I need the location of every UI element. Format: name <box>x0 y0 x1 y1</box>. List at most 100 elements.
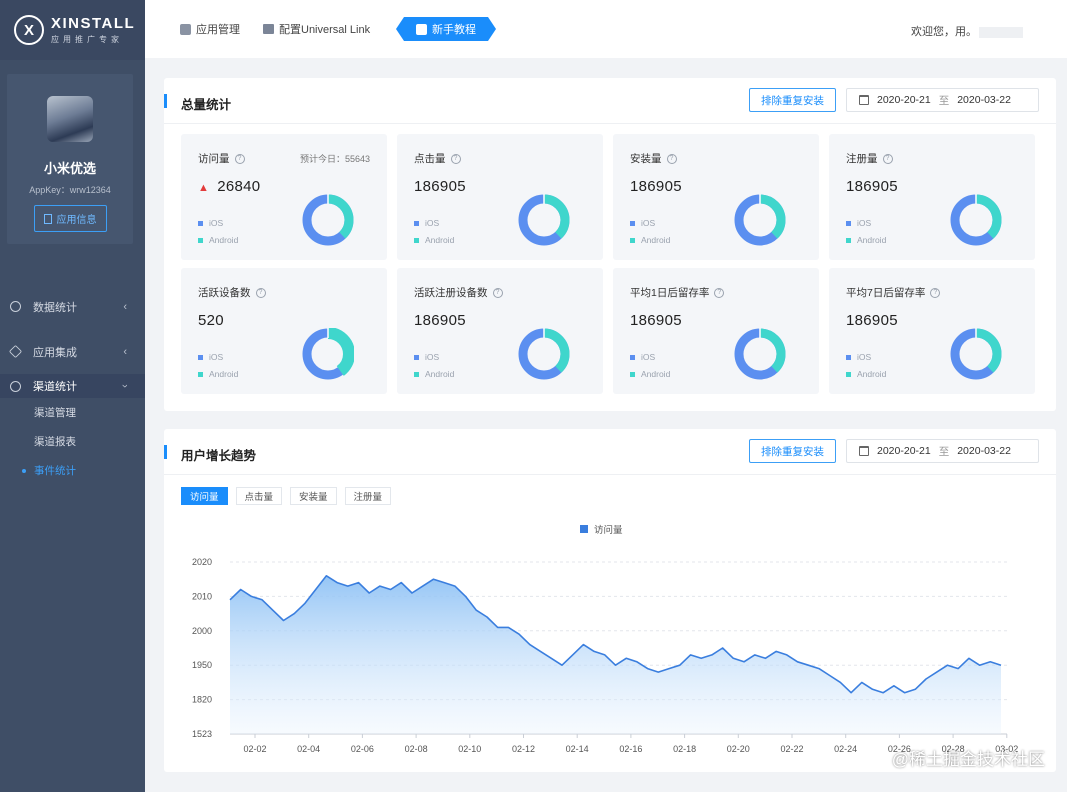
top-bar: 应用管理 配置Universal Link 新手教程 欢迎您，用。 <box>145 0 1067 58</box>
stat-value-text: 26840 <box>217 178 261 195</box>
stat-value-text: 186905 <box>846 178 898 195</box>
x-tick-label: 02-16 <box>619 744 642 754</box>
brand-logo-icon: X <box>14 15 44 45</box>
stat-box: 注册量? 186905 iOS Android <box>829 134 1035 260</box>
exclude-duplicate-install-button[interactable]: 排除重复安装 <box>749 88 836 112</box>
totals-title: 总量统计 <box>163 94 231 113</box>
stat-value: 520 <box>198 312 224 329</box>
legend-ios: iOS <box>846 352 871 362</box>
legend-swatch <box>846 354 851 360</box>
series-area <box>230 575 1001 734</box>
stat-value: 186905 <box>846 178 898 195</box>
platform-donut-chart <box>734 328 786 380</box>
book-icon <box>416 24 427 35</box>
x-tick-label: 02-14 <box>566 744 589 754</box>
legend-swatch <box>198 237 203 243</box>
side-nav: 数据统计 ‹ 应用集成 ‹ 渠道统计 ‹ 渠道管理 渠道报表 事件统计 <box>0 284 145 485</box>
platform-donut-chart <box>302 328 354 380</box>
legend-ios: iOS <box>414 218 439 228</box>
stat-label-text: 平均1日后留存率 <box>630 287 710 299</box>
date-to: 2020-03-22 <box>957 94 1011 106</box>
app-profile-card: 小米优选 AppKey：wrw12364 应用信息 <box>7 74 133 244</box>
platform-donut-chart <box>518 328 570 380</box>
top-nav-universal-link[interactable]: 配置Universal Link <box>263 21 370 37</box>
stat-box: 平均1日后留存率? 186905 iOS Android <box>613 268 819 394</box>
legend-android: Android <box>630 235 670 245</box>
top-nav-app-manage[interactable]: 应用管理 <box>180 21 240 37</box>
sidebar-item-app-integration[interactable]: 应用集成 ‹ <box>0 329 145 374</box>
legend-label: Android <box>209 369 239 379</box>
date-range-picker[interactable]: 2020-20-21 至 2020-03-22 <box>846 88 1039 112</box>
watermark: @稀土掘金技术社区 <box>891 750 1045 769</box>
legend-label: iOS <box>425 352 440 362</box>
x-tick-label: 02-24 <box>834 744 857 754</box>
legend-swatch <box>630 220 635 226</box>
x-tick-label: 02-22 <box>780 744 803 754</box>
chart-icon <box>10 301 21 312</box>
stat-label-text: 安装量 <box>630 153 662 165</box>
cube-icon <box>180 23 191 35</box>
brand[interactable]: X XINSTALL 应用推广专家 <box>0 0 145 60</box>
document-icon <box>43 213 52 224</box>
box-icon <box>8 344 23 359</box>
stat-label-text: 点击量 <box>414 153 446 165</box>
sidebar-item-data-stats[interactable]: 数据统计 ‹ <box>0 284 145 329</box>
date-separator: 至 <box>938 94 950 107</box>
stat-value-text: 186905 <box>414 178 466 195</box>
sidebar-subitem-label: 渠道报表 <box>34 436 76 448</box>
legend-label: iOS <box>857 218 872 228</box>
legend-android: Android <box>630 369 670 379</box>
legend-ios: iOS <box>414 352 439 362</box>
channel-icon <box>10 380 21 392</box>
platform-donut-chart <box>950 194 1002 246</box>
stat-label: 活跃注册设备数? <box>414 285 503 300</box>
legend-swatch <box>198 371 203 377</box>
legend-label: Android <box>425 369 455 379</box>
legend-ios: iOS <box>846 218 871 228</box>
help-icon[interactable]: ? <box>255 287 266 298</box>
sidebar-item-label: 渠道统计 <box>33 381 77 393</box>
stat-box: 点击量? 186905 iOS Android <box>397 134 603 260</box>
sidebar-subitem-channel-manage[interactable]: 渠道管理 <box>0 398 145 427</box>
forecast-today: 预计今日：55643 <box>299 154 370 164</box>
legend-ios: iOS <box>198 352 223 362</box>
help-icon[interactable]: ? <box>882 153 893 164</box>
tutorial-button[interactable]: 新手教程 <box>396 17 496 41</box>
stat-label: 平均1日后留存率? <box>630 285 725 300</box>
app-avatar <box>47 96 93 142</box>
legend-label: Android <box>425 235 455 245</box>
sidebar-item-channel-stats[interactable]: 渠道统计 ‹ <box>0 374 145 398</box>
legend-label: iOS <box>641 218 656 228</box>
legend-swatch <box>630 237 635 243</box>
legend-ios: iOS <box>198 218 223 228</box>
app-name: 小米优选 <box>43 161 96 176</box>
help-icon[interactable]: ? <box>450 153 461 164</box>
legend-swatch <box>198 220 203 226</box>
legend-swatch <box>630 371 635 377</box>
x-tick-label: 02-20 <box>727 744 750 754</box>
sidebar-subitem-event-stats[interactable]: 事件统计 <box>0 456 145 485</box>
welcome-user[interactable]: 欢迎您，用。 <box>911 23 1023 39</box>
x-tick-label: 02-08 <box>405 744 428 754</box>
app-key: AppKey：wrw12364 <box>29 185 111 195</box>
help-icon[interactable]: ? <box>492 287 503 298</box>
chevron-left-icon: ‹ <box>123 345 127 358</box>
legend-label: iOS <box>209 352 224 362</box>
sidebar-subitem-channel-report[interactable]: 渠道报表 <box>0 427 145 456</box>
platform-donut-chart <box>734 194 786 246</box>
stat-label-text: 注册量 <box>846 153 878 165</box>
help-icon[interactable]: ? <box>234 153 245 164</box>
help-icon[interactable]: ? <box>666 153 677 164</box>
top-nav-label: 应用管理 <box>196 24 240 36</box>
tutorial-label: 新手教程 <box>432 24 476 36</box>
app-info-button[interactable]: 应用信息 <box>33 205 107 232</box>
help-icon[interactable]: ? <box>930 287 941 298</box>
legend-swatch <box>198 354 203 360</box>
x-tick-label: 02-12 <box>512 744 535 754</box>
totals-card: 总量统计 排除重复安装 2020-20-21 至 2020-03-22 访问量?… <box>163 78 1056 411</box>
legend-label: iOS <box>425 218 440 228</box>
stat-label-text: 平均7日后留存率 <box>846 287 926 299</box>
stat-label: 访问量? <box>198 151 245 166</box>
help-icon[interactable]: ? <box>714 287 725 298</box>
sidebar-item-label: 数据统计 <box>33 301 77 314</box>
